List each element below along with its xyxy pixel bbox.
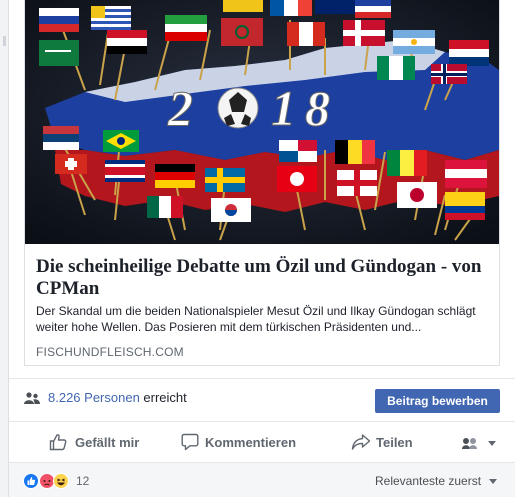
reaction-count[interactable]: 12: [76, 474, 89, 488]
link-domain: FISCHUNDFLEISCH.COM: [36, 345, 184, 359]
sort-chevron-down-icon[interactable]: [489, 479, 497, 484]
comment-button[interactable]: Kommentieren: [181, 432, 311, 454]
left-panel-marker: [3, 36, 6, 46]
people-icon: [24, 392, 40, 404]
svg-text:2: 2: [167, 80, 193, 136]
haha-reaction-icon: [53, 473, 69, 489]
like-button[interactable]: Gefällt mir: [49, 432, 144, 454]
link-preview-card[interactable]: 2 1 8 Die scheinheilige Debatte um Özil …: [24, 0, 500, 366]
chevron-down-icon: [488, 441, 496, 446]
reaction-icons[interactable]: [23, 473, 71, 489]
post-footer: 12 Relevanteste zuerst: [9, 463, 515, 497]
reach-summary: 8.226 Personen erreicht: [48, 390, 187, 405]
share-arrow-icon: [351, 434, 371, 450]
comment-label: Kommentieren: [205, 435, 297, 450]
link-preview-image[interactable]: 2 1 8: [25, 0, 499, 244]
svg-text:8: 8: [305, 80, 330, 136]
promote-post-button[interactable]: Beitrag bewerben: [375, 389, 500, 413]
page-avatar-icon: [462, 438, 496, 449]
world-cup-flags-illustration: 2 1 8: [25, 0, 499, 244]
link-title[interactable]: Die scheinheilige Debatte um Özil und Gü…: [36, 256, 491, 300]
angry-reaction-icon: [39, 473, 55, 489]
reach-suffix: erreicht: [139, 390, 187, 405]
share-button[interactable]: Teilen: [351, 432, 426, 454]
thumbs-up-icon: [49, 434, 67, 451]
facebook-post: 2 1 8 Die scheinheilige Debatte um Özil …: [0, 0, 515, 497]
post-as-selector[interactable]: [460, 435, 502, 451]
left-panel-edge: [0, 0, 9, 497]
svg-text:1: 1: [271, 80, 296, 136]
post-actions-bar: Gefällt mir Kommentieren Teilen: [9, 421, 515, 463]
like-reaction-icon: [23, 473, 39, 489]
like-label: Gefällt mir: [75, 435, 140, 450]
reach-row: 8.226 Personen erreicht Beitrag bewerben: [9, 378, 515, 420]
reach-count-link[interactable]: 8.226 Personen: [48, 390, 140, 405]
link-description: Der Skandal um die beiden Nationalspiele…: [36, 304, 476, 334]
speech-bubble-icon: [181, 433, 199, 451]
share-label: Teilen: [376, 435, 413, 450]
comment-sort-selector[interactable]: Relevanteste zuerst: [375, 474, 481, 488]
